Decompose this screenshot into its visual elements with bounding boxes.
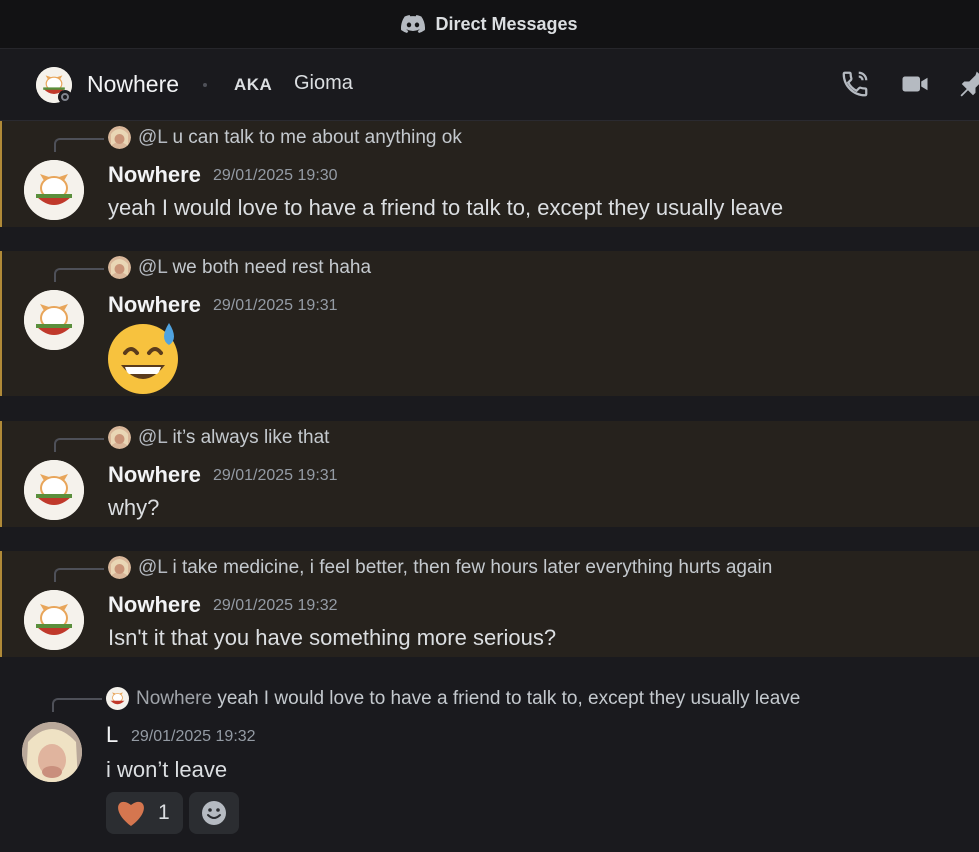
author-name[interactable]: Nowhere [108, 592, 201, 618]
reaction-heart[interactable]: 1 [106, 792, 183, 834]
reply-snippet: i take medicine, i feel better, then few… [172, 557, 773, 578]
reply-preview[interactable]: @L we both need rest haha [138, 257, 371, 279]
avatar[interactable] [24, 290, 84, 350]
avatar[interactable] [24, 460, 84, 520]
reply-mention: @L [138, 127, 168, 148]
reply-avatar[interactable] [106, 687, 129, 710]
reply-snippet: u can talk to me about anything ok [172, 127, 462, 148]
reply-avatar[interactable] [108, 126, 131, 149]
avatar[interactable] [24, 590, 84, 650]
reply-mention: @L [138, 557, 168, 578]
reply-connector [54, 438, 104, 452]
timestamp: 29/01/2025 19:30 [213, 167, 338, 184]
reply-connector [54, 138, 104, 152]
timestamp: 29/01/2025 19:31 [213, 467, 338, 484]
timestamp: 29/01/2025 19:31 [213, 297, 338, 314]
reply-mention: @L [138, 427, 168, 448]
title-bar: Direct Messages [0, 0, 979, 49]
message-content: why? [108, 495, 160, 520]
reply-preview[interactable]: @L u can talk to me about anything ok [138, 127, 462, 149]
reply-preview[interactable]: @L it’s always like that [138, 427, 329, 449]
discord-logo-icon [401, 15, 426, 33]
add-reaction-button[interactable] [189, 792, 239, 834]
video-call-icon[interactable] [900, 69, 930, 99]
message-item[interactable]: @L i take medicine, i feel better, then … [0, 551, 979, 657]
reply-avatar[interactable] [108, 426, 131, 449]
aka-label: AKA [234, 75, 273, 94]
reply-snippet: it’s always like that [172, 427, 330, 448]
avatar[interactable] [22, 722, 82, 782]
grinning-face-with-sweat-emoji[interactable] [107, 321, 183, 395]
author-name[interactable]: Nowhere [108, 162, 201, 188]
reply-avatar[interactable] [108, 256, 131, 279]
message-item[interactable]: @L it’s always like that Nowhere 29/01/2… [0, 421, 979, 527]
reply-snippet: we both need rest haha [172, 257, 372, 278]
reply-connector [54, 568, 104, 582]
message-content: yeah I would love to have a friend to ta… [108, 195, 784, 220]
message-item[interactable]: @L we both need rest haha Nowhere 29/01/… [0, 251, 979, 396]
dm-header: Nowhere AKA Gioma [0, 49, 979, 121]
reply-avatar[interactable] [108, 556, 131, 579]
reply-author: Nowhere [136, 688, 213, 709]
reply-preview[interactable]: @L i take medicine, i feel better, then … [138, 557, 772, 579]
reply-preview[interactable]: Nowhere yeah I would love to have a frie… [136, 688, 800, 710]
timestamp: 29/01/2025 19:32 [131, 728, 256, 745]
alias-name[interactable]: Gioma [294, 72, 353, 95]
timestamp: 29/01/2025 19:32 [213, 597, 338, 614]
reply-connector [52, 698, 102, 712]
author-name[interactable]: Nowhere [108, 462, 201, 488]
page-title: Direct Messages [435, 13, 578, 34]
message-item[interactable]: @L u can talk to me about anything ok No… [0, 121, 979, 227]
author-name[interactable]: L [106, 722, 118, 748]
reaction-count: 1 [158, 801, 170, 824]
pin-icon[interactable] [958, 69, 979, 99]
author-name[interactable]: Nowhere [108, 292, 201, 318]
dm-username[interactable]: Nowhere [87, 71, 179, 98]
message-content: Isn't it that you have something more se… [108, 625, 557, 650]
smiley-icon [202, 801, 226, 825]
status-indicator [58, 90, 72, 104]
heart-icon [118, 801, 144, 826]
separator-dot [203, 83, 207, 87]
message-content: i won’t leave [106, 757, 228, 782]
reply-connector [54, 268, 104, 282]
reply-mention: @L [138, 257, 168, 278]
reply-snippet: yeah I would love to have a friend to ta… [217, 688, 801, 709]
avatar[interactable] [24, 160, 84, 220]
voice-call-icon[interactable] [840, 69, 870, 99]
